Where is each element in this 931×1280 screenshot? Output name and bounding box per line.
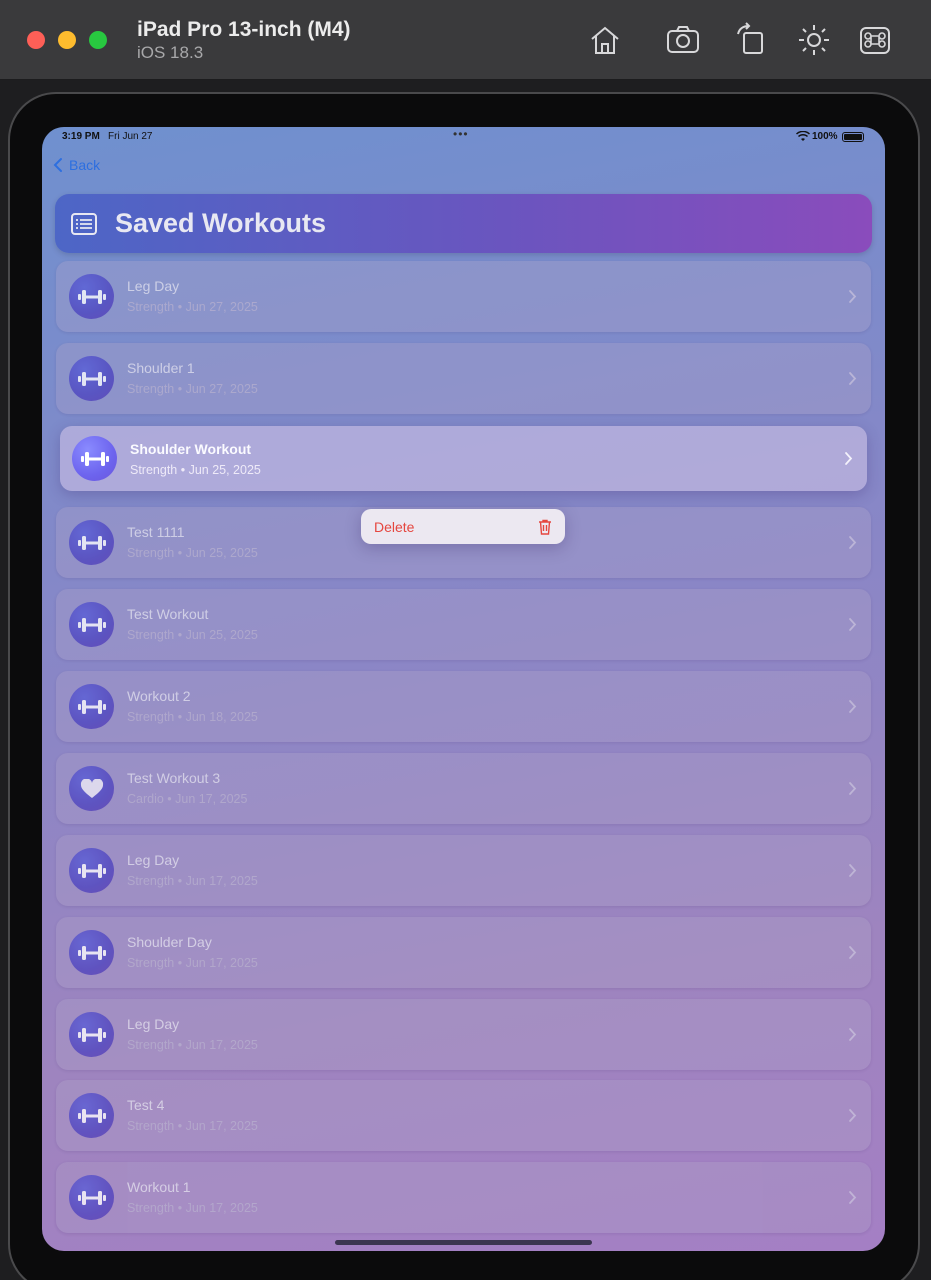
workout-row[interactable]: Test Workout Strength • Jun 25, 2025: [56, 589, 871, 660]
heart-icon: [69, 766, 114, 811]
workout-name: Workout 1: [127, 1179, 191, 1195]
battery-icon: [842, 132, 864, 142]
simulator-window: iPad Pro 13-inch (M4) iOS 18.3 3:19 PM F…: [0, 0, 931, 1280]
chevron-right-icon: [849, 946, 857, 959]
delete-label: Delete: [374, 518, 415, 535]
page-header: Saved Workouts: [55, 194, 872, 253]
status-time: 3:19 PM: [62, 131, 100, 142]
chevron-right-icon: [845, 452, 853, 465]
screenshot-icon[interactable]: [665, 22, 701, 58]
app-screen: 3:19 PM Fri Jun 27 ••• 100% Back Saved W…: [42, 127, 885, 1251]
workout-meta: Strength • Jun 25, 2025: [127, 628, 258, 642]
workout-row[interactable]: Workout 1 Strength • Jun 17, 2025: [56, 1162, 871, 1233]
workout-name: Workout 2: [127, 688, 191, 704]
workout-row[interactable]: Workout 2 Strength • Jun 18, 2025: [56, 671, 871, 742]
workout-row[interactable]: Leg Day Strength • Jun 17, 2025: [56, 999, 871, 1070]
workout-row[interactable]: Shoulder Day Strength • Jun 17, 2025: [56, 917, 871, 988]
multitasking-dots-icon[interactable]: •••: [453, 127, 469, 141]
workout-name: Shoulder Workout: [130, 441, 252, 457]
workout-meta: Cardio • Jun 17, 2025: [127, 792, 248, 806]
chevron-right-icon: [849, 1028, 857, 1041]
workout-row[interactable]: Leg Day Strength • Jun 17, 2025: [56, 835, 871, 906]
dumbbell-icon: [69, 684, 114, 729]
chevron-left-icon: [53, 158, 62, 172]
chevron-right-icon: [849, 864, 857, 877]
back-label: Back: [69, 157, 101, 173]
rotate-icon[interactable]: [734, 22, 770, 58]
page-title: Saved Workouts: [115, 208, 327, 238]
workout-name: Leg Day: [127, 852, 180, 868]
battery-percentage: 100%: [812, 131, 838, 142]
dumbbell-icon: [69, 274, 114, 319]
chevron-right-icon: [849, 536, 857, 549]
list-icon: [71, 212, 97, 235]
chevron-right-icon: [849, 700, 857, 713]
workout-meta: Strength • Jun 17, 2025: [127, 1038, 258, 1052]
chevron-right-icon: [849, 618, 857, 631]
simulator-toolbar: iPad Pro 13-inch (M4) iOS 18.3: [0, 0, 931, 80]
workout-name: Test Workout 3: [127, 770, 221, 786]
zoom-window-button[interactable]: [89, 31, 107, 49]
dumbbell-icon: [69, 520, 114, 565]
workout-row[interactable]: Test 4 Strength • Jun 17, 2025: [56, 1080, 871, 1151]
workout-meta: Strength • Jun 17, 2025: [127, 1119, 258, 1133]
appearance-icon[interactable]: [796, 22, 832, 58]
workout-meta: Strength • Jun 27, 2025: [127, 300, 258, 314]
command-icon[interactable]: [857, 22, 893, 58]
workout-meta: Strength • Jun 17, 2025: [127, 1201, 258, 1215]
chevron-right-icon: [849, 290, 857, 303]
dumbbell-icon: [69, 1175, 114, 1220]
workout-meta: Strength • Jun 25, 2025: [127, 546, 258, 560]
device-name: iPad Pro 13-inch (M4): [137, 18, 351, 41]
workout-name: Leg Day: [127, 1016, 180, 1032]
workout-meta: Strength • Jun 17, 2025: [127, 874, 258, 888]
status-date: Fri Jun 27: [108, 131, 153, 142]
back-button[interactable]: Back: [52, 157, 100, 173]
chevron-right-icon: [849, 782, 857, 795]
workout-name: Leg Day: [127, 278, 180, 294]
workout-name: Shoulder Day: [127, 934, 212, 950]
dumbbell-icon: [72, 436, 117, 481]
home-icon[interactable]: [587, 22, 623, 58]
status-bar: 3:19 PM Fri Jun 27 ••• 100%: [42, 127, 885, 147]
dumbbell-icon: [69, 1012, 114, 1057]
workout-meta: Strength • Jun 25, 2025: [130, 463, 261, 477]
dumbbell-icon: [69, 602, 114, 647]
dumbbell-icon: [69, 930, 114, 975]
delete-menu-item[interactable]: Delete: [361, 509, 565, 544]
workout-row[interactable]: Shoulder Workout Strength • Jun 25, 2025: [60, 426, 867, 491]
workout-meta: Strength • Jun 18, 2025: [127, 710, 258, 724]
workout-meta: Strength • Jun 27, 2025: [127, 382, 258, 396]
home-indicator[interactable]: [335, 1240, 592, 1245]
dumbbell-icon: [69, 848, 114, 893]
minimize-window-button[interactable]: [58, 31, 76, 49]
workout-name: Test 4: [127, 1097, 165, 1113]
workout-name: Test Workout: [127, 606, 209, 622]
dumbbell-icon: [69, 356, 114, 401]
wifi-icon: [796, 131, 810, 141]
chevron-right-icon: [849, 1109, 857, 1122]
workout-row[interactable]: Shoulder 1 Strength • Jun 27, 2025: [56, 343, 871, 414]
chevron-right-icon: [849, 1191, 857, 1204]
dumbbell-icon: [69, 1093, 114, 1138]
close-window-button[interactable]: [27, 31, 45, 49]
workout-name: Test 1111: [127, 524, 185, 540]
workout-meta: Strength • Jun 17, 2025: [127, 956, 258, 970]
chevron-right-icon: [849, 372, 857, 385]
workout-row[interactable]: Test Workout 3 Cardio • Jun 17, 2025: [56, 753, 871, 824]
workout-row[interactable]: Leg Day Strength • Jun 27, 2025: [56, 261, 871, 332]
os-version: iOS 18.3: [137, 43, 204, 62]
workout-name: Shoulder 1: [127, 360, 195, 376]
trash-icon: [539, 519, 551, 535]
